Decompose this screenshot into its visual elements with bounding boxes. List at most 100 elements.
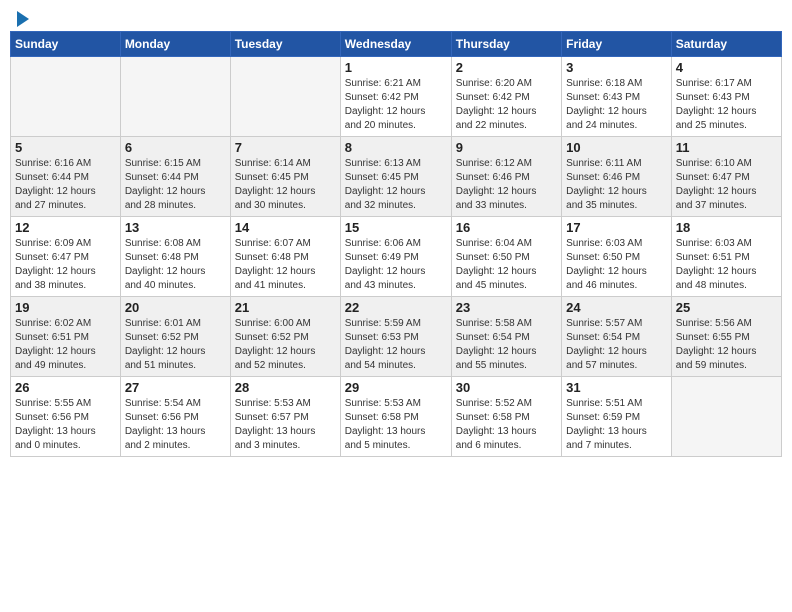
logo-arrow-icon bbox=[17, 11, 29, 27]
day-info: Sunrise: 6:10 AM Sunset: 6:47 PM Dayligh… bbox=[676, 157, 777, 213]
calendar-cell: 13 Sunrise: 6:08 AM Sunset: 6:48 PM Dayli… bbox=[120, 217, 230, 297]
calendar-cell: 15Sunrise: 6:06 AM Sunset: 6:49 PM Dayli… bbox=[340, 217, 451, 297]
calendar-cell: 2Sunrise: 6:20 AM Sunset: 6:42 PM Daylig… bbox=[451, 57, 561, 137]
day-number: 24 bbox=[566, 300, 667, 315]
calendar-cell: 3 Sunrise: 6:18 AM Sunset: 6:43 PM Daylig… bbox=[562, 57, 672, 137]
day-info: Sunrise: 5:58 AM Sunset: 6:54 PM Dayligh… bbox=[456, 317, 557, 373]
week-row-5: 26Sunrise: 5:55 AM Sunset: 6:56 PM Dayli… bbox=[11, 377, 782, 457]
day-info: Sunrise: 6:12 AM Sunset: 6:46 PM Dayligh… bbox=[456, 157, 557, 213]
weekday-header-sunday: Sunday bbox=[11, 32, 121, 57]
day-number: 25 bbox=[676, 300, 777, 315]
calendar-cell: 9 Sunrise: 6:12 AM Sunset: 6:46 PM Daylig… bbox=[451, 137, 561, 217]
calendar-cell: 27 Sunrise: 5:54 AM Sunset: 6:56 PM Dayli… bbox=[120, 377, 230, 457]
page-header bbox=[10, 10, 782, 23]
calendar-cell: 18 Sunrise: 6:03 AM Sunset: 6:51 PM Dayli… bbox=[671, 217, 781, 297]
day-info: Sunrise: 6:14 AM Sunset: 6:45 PM Dayligh… bbox=[235, 157, 336, 213]
day-info: Sunrise: 6:17 AM Sunset: 6:43 PM Dayligh… bbox=[676, 77, 777, 133]
day-info: Sunrise: 5:51 AM Sunset: 6:59 PM Dayligh… bbox=[566, 397, 667, 453]
calendar-cell: 4 Sunrise: 6:17 AM Sunset: 6:43 PM Daylig… bbox=[671, 57, 781, 137]
day-number: 12 bbox=[15, 220, 116, 235]
day-number: 5 bbox=[15, 140, 116, 155]
day-info: Sunrise: 6:08 AM Sunset: 6:48 PM Dayligh… bbox=[125, 237, 226, 293]
day-number: 10 bbox=[566, 140, 667, 155]
day-number: 4 bbox=[676, 60, 777, 75]
day-info: Sunrise: 5:57 AM Sunset: 6:54 PM Dayligh… bbox=[566, 317, 667, 373]
calendar-cell: 8 Sunrise: 6:13 AM Sunset: 6:45 PM Daylig… bbox=[340, 137, 451, 217]
calendar-cell: 30Sunrise: 5:52 AM Sunset: 6:58 PM Dayli… bbox=[451, 377, 561, 457]
day-info: Sunrise: 6:16 AM Sunset: 6:44 PM Dayligh… bbox=[15, 157, 116, 213]
day-info: Sunrise: 6:13 AM Sunset: 6:45 PM Dayligh… bbox=[345, 157, 447, 213]
day-number: 27 bbox=[125, 380, 226, 395]
day-number: 8 bbox=[345, 140, 447, 155]
calendar-cell: 10 Sunrise: 6:11 AM Sunset: 6:46 PM Dayli… bbox=[562, 137, 672, 217]
calendar-cell: 11 Sunrise: 6:10 AM Sunset: 6:47 PM Dayli… bbox=[671, 137, 781, 217]
weekday-header-friday: Friday bbox=[562, 32, 672, 57]
day-number: 20 bbox=[125, 300, 226, 315]
day-number: 15 bbox=[345, 220, 447, 235]
calendar-cell bbox=[120, 57, 230, 137]
calendar-cell: 5 Sunrise: 6:16 AM Sunset: 6:44 PM Daylig… bbox=[11, 137, 121, 217]
calendar-cell: 23 Sunrise: 5:58 AM Sunset: 6:54 PM Dayli… bbox=[451, 297, 561, 377]
day-info: Sunrise: 6:21 AM Sunset: 6:42 PM Dayligh… bbox=[345, 77, 447, 133]
day-number: 29 bbox=[345, 380, 447, 395]
day-number: 1 bbox=[345, 60, 447, 75]
calendar-cell: 24 Sunrise: 5:57 AM Sunset: 6:54 PM Dayli… bbox=[562, 297, 672, 377]
calendar-cell: 17Sunrise: 6:03 AM Sunset: 6:50 PM Dayli… bbox=[562, 217, 672, 297]
weekday-header-monday: Monday bbox=[120, 32, 230, 57]
day-info: Sunrise: 5:59 AM Sunset: 6:53 PM Dayligh… bbox=[345, 317, 447, 373]
day-number: 18 bbox=[676, 220, 777, 235]
calendar-cell: 12 Sunrise: 6:09 AM Sunset: 6:47 PM Dayli… bbox=[11, 217, 121, 297]
day-info: Sunrise: 5:53 AM Sunset: 6:58 PM Dayligh… bbox=[345, 397, 447, 453]
calendar-cell: 19 Sunrise: 6:02 AM Sunset: 6:51 PM Dayli… bbox=[11, 297, 121, 377]
day-info: Sunrise: 5:54 AM Sunset: 6:56 PM Dayligh… bbox=[125, 397, 226, 453]
calendar-table: SundayMondayTuesdayWednesdayThursdayFrid… bbox=[10, 31, 782, 457]
calendar-cell: 31 Sunrise: 5:51 AM Sunset: 6:59 PM Dayli… bbox=[562, 377, 672, 457]
day-number: 11 bbox=[676, 140, 777, 155]
day-number: 23 bbox=[456, 300, 557, 315]
day-info: Sunrise: 5:56 AM Sunset: 6:55 PM Dayligh… bbox=[676, 317, 777, 373]
day-number: 14 bbox=[235, 220, 336, 235]
weekday-header-saturday: Saturday bbox=[671, 32, 781, 57]
day-number: 28 bbox=[235, 380, 336, 395]
day-info: Sunrise: 6:04 AM Sunset: 6:50 PM Dayligh… bbox=[456, 237, 557, 293]
calendar-cell: 6 Sunrise: 6:15 AM Sunset: 6:44 PM Daylig… bbox=[120, 137, 230, 217]
calendar-cell: 20 Sunrise: 6:01 AM Sunset: 6:52 PM Dayli… bbox=[120, 297, 230, 377]
day-info: Sunrise: 6:09 AM Sunset: 6:47 PM Dayligh… bbox=[15, 237, 116, 293]
day-info: Sunrise: 6:18 AM Sunset: 6:43 PM Dayligh… bbox=[566, 77, 667, 133]
day-number: 17 bbox=[566, 220, 667, 235]
day-number: 9 bbox=[456, 140, 557, 155]
day-info: Sunrise: 6:15 AM Sunset: 6:44 PM Dayligh… bbox=[125, 157, 226, 213]
calendar-cell: 16 Sunrise: 6:04 AM Sunset: 6:50 PM Dayli… bbox=[451, 217, 561, 297]
day-info: Sunrise: 6:02 AM Sunset: 6:51 PM Dayligh… bbox=[15, 317, 116, 373]
day-info: Sunrise: 6:07 AM Sunset: 6:48 PM Dayligh… bbox=[235, 237, 336, 293]
weekday-header-tuesday: Tuesday bbox=[230, 32, 340, 57]
day-info: Sunrise: 5:52 AM Sunset: 6:58 PM Dayligh… bbox=[456, 397, 557, 453]
calendar-cell: 29 Sunrise: 5:53 AM Sunset: 6:58 PM Dayli… bbox=[340, 377, 451, 457]
day-number: 26 bbox=[15, 380, 116, 395]
day-info: Sunrise: 6:03 AM Sunset: 6:51 PM Dayligh… bbox=[676, 237, 777, 293]
day-number: 16 bbox=[456, 220, 557, 235]
weekday-header-wednesday: Wednesday bbox=[340, 32, 451, 57]
day-number: 19 bbox=[15, 300, 116, 315]
day-number: 21 bbox=[235, 300, 336, 315]
day-info: Sunrise: 6:11 AM Sunset: 6:46 PM Dayligh… bbox=[566, 157, 667, 213]
logo bbox=[14, 10, 29, 23]
day-info: Sunrise: 6:01 AM Sunset: 6:52 PM Dayligh… bbox=[125, 317, 226, 373]
week-row-3: 12 Sunrise: 6:09 AM Sunset: 6:47 PM Dayli… bbox=[11, 217, 782, 297]
weekday-header-row: SundayMondayTuesdayWednesdayThursdayFrid… bbox=[11, 32, 782, 57]
day-number: 7 bbox=[235, 140, 336, 155]
day-number: 6 bbox=[125, 140, 226, 155]
calendar-cell: 14 Sunrise: 6:07 AM Sunset: 6:48 PM Dayli… bbox=[230, 217, 340, 297]
day-number: 13 bbox=[125, 220, 226, 235]
calendar-cell bbox=[11, 57, 121, 137]
calendar-cell: 7 Sunrise: 6:14 AM Sunset: 6:45 PM Daylig… bbox=[230, 137, 340, 217]
day-info: Sunrise: 5:53 AM Sunset: 6:57 PM Dayligh… bbox=[235, 397, 336, 453]
calendar-cell: 1 Sunrise: 6:21 AM Sunset: 6:42 PM Daylig… bbox=[340, 57, 451, 137]
week-row-4: 19 Sunrise: 6:02 AM Sunset: 6:51 PM Dayli… bbox=[11, 297, 782, 377]
calendar-cell: 21 Sunrise: 6:00 AM Sunset: 6:52 PM Dayli… bbox=[230, 297, 340, 377]
calendar-cell bbox=[230, 57, 340, 137]
day-number: 3 bbox=[566, 60, 667, 75]
weekday-header-thursday: Thursday bbox=[451, 32, 561, 57]
day-number: 31 bbox=[566, 380, 667, 395]
day-info: Sunrise: 6:00 AM Sunset: 6:52 PM Dayligh… bbox=[235, 317, 336, 373]
